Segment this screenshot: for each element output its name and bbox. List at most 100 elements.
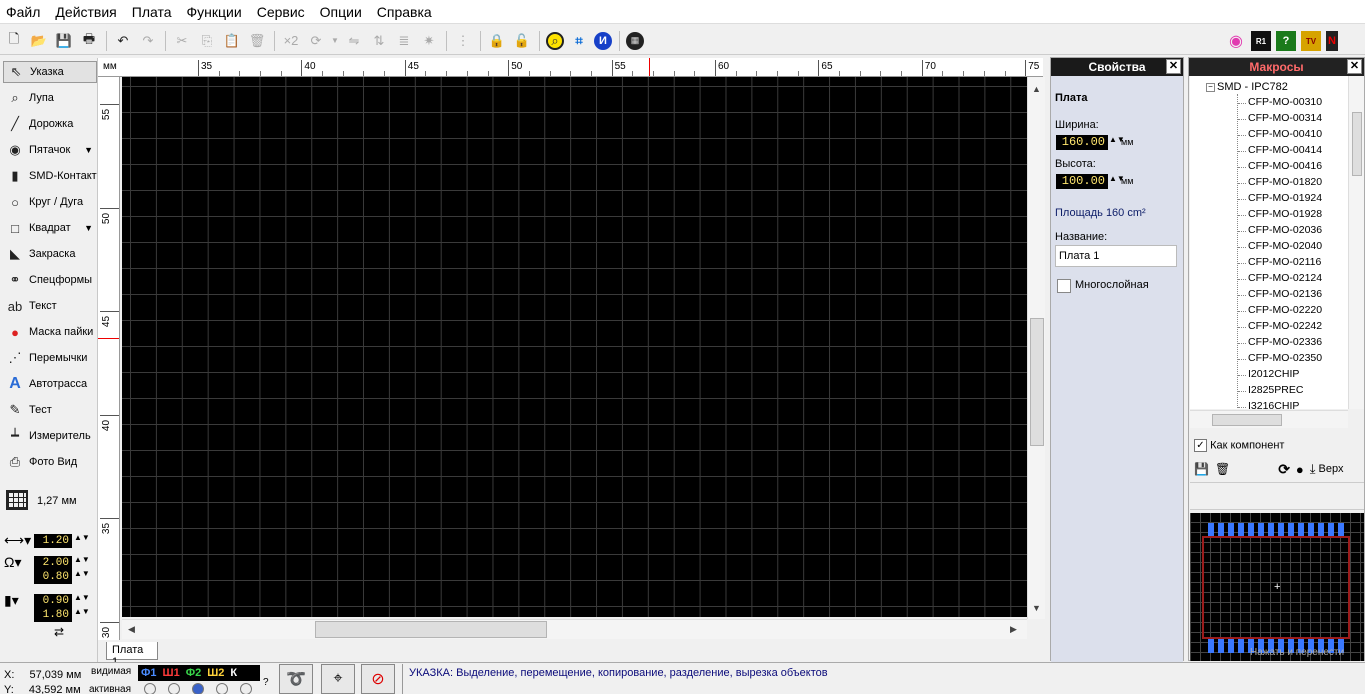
tab-board-1[interactable]: Плата 1: [106, 642, 158, 668]
new-icon[interactable]: 🗋: [4, 31, 24, 51]
macro-preview[interactable]: + Нажать и перенести: [1190, 513, 1364, 661]
pad-outer-field[interactable]: 2.00: [34, 555, 72, 570]
print-icon[interactable]: 🖶: [79, 31, 99, 51]
layer-1[interactable]: Ш1: [163, 667, 180, 679]
tree-root-node[interactable]: SMD - IPC782: [1217, 81, 1288, 93]
smd-height-spin[interactable]: ▲▼: [74, 608, 90, 622]
side-top-label[interactable]: Верх: [1319, 463, 1344, 475]
macros-tree-vscroll[interactable]: [1348, 76, 1364, 409]
mirror-h-icon[interactable]: ⇋: [344, 31, 364, 51]
delete-macro-icon[interactable]: 🗑: [1215, 462, 1230, 476]
record-icon[interactable]: ●: [1296, 462, 1304, 477]
group-icon[interactable]: ✷: [419, 31, 439, 51]
unlock-icon[interactable]: 🔓: [512, 31, 532, 51]
menu-item-0[interactable]: Файл: [6, 4, 40, 20]
ungroup-icon[interactable]: ⋮: [453, 31, 473, 51]
copy-icon[interactable]: ⎘: [197, 31, 217, 51]
tool-5[interactable]: ○ Круг / Дуга: [3, 191, 97, 213]
tool-2[interactable]: ╱ Дорожка: [3, 113, 97, 135]
layer-radio-f1[interactable]: [144, 683, 156, 694]
layer-3[interactable]: Ш2: [207, 667, 224, 679]
scroll-up-icon[interactable]: ▲: [1032, 84, 1041, 94]
scroll-down-icon[interactable]: ▼: [1032, 603, 1041, 613]
macro-item[interactable]: CFP-MO-02242: [1248, 320, 1322, 332]
layer-radio-f2[interactable]: [192, 683, 204, 694]
macro-item[interactable]: CFP-MO-02350: [1248, 352, 1322, 364]
exit-icon[interactable]: N: [1326, 31, 1338, 51]
macro-item[interactable]: CFP-MO-01820: [1248, 176, 1322, 188]
macros-tree-hscroll[interactable]: [1190, 410, 1348, 428]
tool-8[interactable]: ⚭ Спецформы: [3, 269, 97, 291]
smd-width-field[interactable]: 0.90: [34, 593, 72, 608]
open-icon[interactable]: 📂: [29, 31, 49, 51]
tool-7[interactable]: ◣ Закраска: [3, 243, 97, 265]
tree-hscroll-thumb[interactable]: [1212, 414, 1282, 426]
pad-inner-field[interactable]: 0.80: [34, 570, 72, 584]
menu-item-5[interactable]: Опции: [320, 4, 362, 20]
menu-item-4[interactable]: Сервис: [257, 4, 305, 20]
layer-radio-sh1[interactable]: [168, 683, 180, 694]
layer-help[interactable]: ?: [263, 677, 269, 688]
macro-item[interactable]: CFP-MO-01928: [1248, 208, 1322, 220]
tool-6[interactable]: □ Квадрат ▼: [3, 217, 97, 239]
zoom-icon[interactable]: ⌕: [546, 31, 564, 50]
smd-width-spin[interactable]: ▲▼: [74, 593, 90, 608]
delete-icon[interactable]: 🗑: [247, 31, 267, 51]
paste-icon[interactable]: 📋: [222, 31, 242, 51]
tool-13[interactable]: ✎ Тест: [3, 399, 97, 421]
board-width-field[interactable]: 160.00: [1056, 135, 1108, 150]
grid-icon[interactable]: [6, 490, 28, 510]
macro-item[interactable]: CFP-MO-02040: [1248, 240, 1322, 252]
duplicate-icon[interactable]: ×2: [281, 31, 301, 51]
mirror-v-icon[interactable]: ⇅: [369, 31, 389, 51]
vertical-scroll-thumb[interactable]: [1030, 318, 1044, 446]
tool-9[interactable]: ab Текст: [3, 295, 97, 317]
layer-2[interactable]: Ф2: [186, 667, 202, 679]
macro-item[interactable]: CFP-MO-02116: [1248, 256, 1321, 268]
horizontal-scrollbar[interactable]: [122, 619, 1027, 639]
layer-4[interactable]: К: [230, 667, 237, 679]
info-icon[interactable]: И: [594, 31, 612, 50]
macro-item[interactable]: CFP-MO-00310: [1248, 96, 1322, 108]
cut-icon[interactable]: ✂: [172, 31, 192, 51]
tree-collapse-icon[interactable]: −: [1206, 83, 1215, 92]
tool-12[interactable]: A Автотрасса: [3, 373, 97, 395]
macro-item[interactable]: CFP-MO-02036: [1248, 224, 1322, 236]
as-component-checkbox[interactable]: ✓: [1194, 439, 1207, 452]
undo-icon[interactable]: ↶: [113, 31, 133, 51]
chevron-down-icon[interactable]: ▼: [84, 145, 93, 155]
macro-item[interactable]: CFP-MO-02136: [1248, 288, 1322, 300]
macro-item[interactable]: CFP-MO-00314: [1248, 112, 1322, 124]
tool-4[interactable]: ▮ SMD-Контакт: [3, 165, 97, 187]
macro-item[interactable]: CFP-MO-00414: [1248, 144, 1322, 156]
mesh-icon[interactable]: ▦: [626, 31, 644, 50]
tool-10[interactable]: ● Маска пайки: [3, 321, 97, 343]
macro-item[interactable]: I3216CHIP: [1248, 400, 1299, 409]
smd-height-field[interactable]: 1.80: [34, 608, 72, 622]
chevron-down-icon[interactable]: ▼: [84, 223, 93, 233]
macro-item[interactable]: CFP-MO-00416: [1248, 160, 1322, 172]
scroll-left-icon[interactable]: ◀: [128, 624, 135, 635]
grid-step-value[interactable]: 1,27 мм: [37, 495, 77, 507]
download-icon[interactable]: ⤓: [1310, 461, 1316, 477]
layer-0[interactable]: Ф1: [141, 667, 157, 679]
menu-item-3[interactable]: Функции: [187, 4, 242, 20]
tool-0[interactable]: ⇖ Указка: [3, 61, 97, 83]
save-icon[interactable]: 💾: [54, 31, 74, 51]
board-canvas[interactable]: [122, 77, 1027, 617]
macro-item[interactable]: CFP-MO-02124: [1248, 272, 1322, 284]
connections-button[interactable]: ➰: [279, 664, 313, 694]
tool-15[interactable]: ⎙ Фото Вид: [3, 451, 97, 473]
drc-button[interactable]: ⊘: [361, 664, 395, 694]
macro-item[interactable]: CFP-MO-02336: [1248, 336, 1322, 348]
track-width-spin[interactable]: ▲▼: [74, 533, 90, 548]
menu-item-1[interactable]: Действия: [55, 4, 116, 20]
board-height-field[interactable]: 100.00: [1056, 174, 1108, 189]
close-icon[interactable]: ✕: [1347, 59, 1362, 74]
r1-icon[interactable]: R1: [1251, 31, 1271, 51]
rotate-macro-icon[interactable]: ⟳: [1278, 461, 1290, 478]
rotate-icon[interactable]: ⟳: [306, 31, 326, 51]
macro-item[interactable]: I2825PREC: [1248, 384, 1303, 396]
board-name-field[interactable]: Плата 1: [1055, 245, 1177, 267]
tv-icon[interactable]: TV: [1301, 31, 1321, 51]
